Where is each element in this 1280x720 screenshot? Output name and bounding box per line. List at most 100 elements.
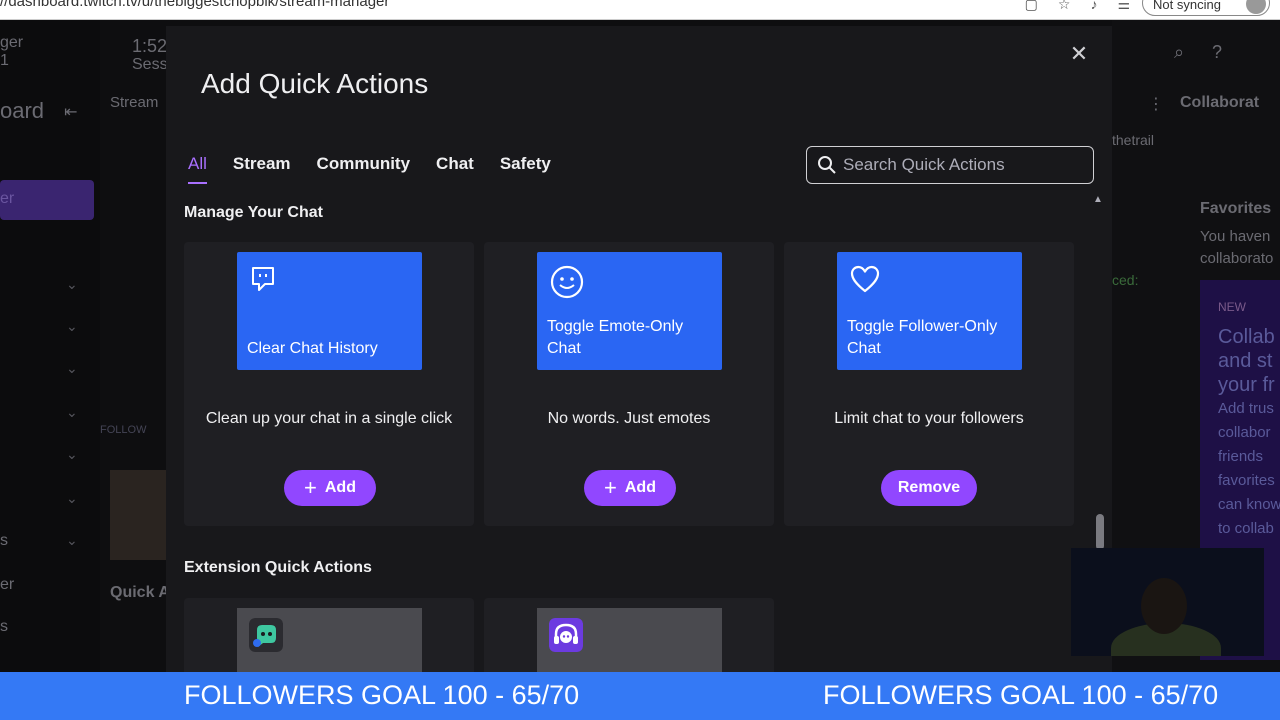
quick-action-tile: Toggle Emote-Only Chat <box>537 252 722 370</box>
button-label: Add <box>624 479 656 496</box>
nav-fragment: s <box>0 532 8 549</box>
close-icon[interactable]: ✕ <box>1066 41 1092 67</box>
new-badge: NEW <box>1218 300 1246 314</box>
quick-action-card: Toggle Follower-Only Chat Limit chat to … <box>784 242 1074 526</box>
nav-fragment: ger <box>0 34 24 51</box>
nav-fragment: s <box>0 618 8 635</box>
add-quick-actions-modal: Add Quick Actions ✕ All Stream Community… <box>166 26 1112 672</box>
webcam-overlay <box>1071 548 1264 656</box>
quick-action-tile: Clear Chat History <box>237 252 422 370</box>
right-fragment: ced: <box>1112 272 1139 288</box>
add-emote-only-button[interactable]: + Add <box>584 470 676 506</box>
promo-text: Collab <box>1218 326 1275 348</box>
right-fragment: You haven <box>1200 228 1271 245</box>
promo-text: Add trus <box>1218 400 1274 417</box>
promo-text: favorites <box>1218 472 1275 489</box>
add-clear-chat-button[interactable]: + Add <box>284 470 376 506</box>
tile-label: Clear Chat History <box>247 340 378 357</box>
plus-icon: + <box>604 475 617 500</box>
extension-headphones-icon <box>549 618 583 652</box>
button-label: Add <box>324 479 356 496</box>
chevron-down-icon[interactable]: ⌄ <box>66 446 78 463</box>
tab-community[interactable]: Community <box>317 154 411 184</box>
smiley-icon <box>550 265 584 299</box>
chevron-down-icon[interactable]: ⌄ <box>66 532 78 549</box>
tab-all[interactable]: All <box>188 154 207 184</box>
profile-sync-button[interactable]: Not syncing <box>1142 0 1270 16</box>
promo-text: can know <box>1218 496 1280 513</box>
browser-address-bar[interactable]: //dashboard.twitch.tv/u/thebiggestchopbl… <box>0 0 1280 20</box>
help-icon[interactable]: ? <box>1212 42 1222 63</box>
promo-text: to collab <box>1218 520 1274 537</box>
extension-bot-icon <box>249 618 283 652</box>
card-description: Limit chat to your followers <box>834 410 1024 427</box>
scroll-up-icon[interactable]: ▲ <box>1093 194 1103 205</box>
modal-title: Add Quick Actions <box>201 68 429 99</box>
plus-icon: + <box>304 475 317 500</box>
quick-action-card: Clear Chat History Clean up your chat in… <box>184 242 474 526</box>
favorites-title: Favorites <box>1200 200 1272 217</box>
extension-card[interactable] <box>184 598 474 672</box>
nav-active-item[interactable]: er <box>0 180 94 220</box>
tab-safety[interactable]: Safety <box>500 154 551 184</box>
nav-fragment: oard <box>0 98 45 123</box>
right-fragment: thetrail <box>1112 132 1155 148</box>
tab-chat[interactable]: Chat <box>436 154 474 184</box>
reading-list-icon[interactable]: ☰ <box>1117 0 1130 13</box>
remove-follower-only-button[interactable]: Remove <box>881 470 977 506</box>
extension-icon[interactable]: ♪ <box>1090 0 1097 13</box>
nav-fragment: er <box>0 576 15 593</box>
stream-panel-title: Stream <box>110 94 159 111</box>
session-time: 1:52 <box>132 36 168 56</box>
chat-bubble-icon <box>252 267 274 291</box>
quick-action-card: Toggle Emote-Only Chat No words. Just em… <box>484 242 774 526</box>
tile-label: Toggle Emote-Only Chat <box>547 318 684 357</box>
chevron-down-icon[interactable]: ⌄ <box>66 490 78 507</box>
chevron-down-icon[interactable]: ⌄ <box>66 404 78 421</box>
search-input[interactable] <box>843 153 1083 177</box>
profile-avatar <box>1246 0 1266 14</box>
nav-fragment: 1 <box>0 52 9 69</box>
session-label: Sess <box>132 56 168 73</box>
chevron-down-icon[interactable]: ⌄ <box>66 318 78 335</box>
search-box[interactable] <box>806 146 1094 184</box>
right-fragment: collaborato <box>1200 250 1274 267</box>
promo-text: and st <box>1218 350 1273 372</box>
extension-card[interactable] <box>484 598 774 672</box>
browser-toolbar-icons: ▢ ☆ ♪ ☰ <box>1025 0 1130 13</box>
scrollbar-thumb[interactable] <box>1096 514 1104 550</box>
stream-preview-thumb <box>110 470 166 560</box>
collapse-nav-icon[interactable]: ⇤ <box>64 102 77 122</box>
heart-icon <box>850 265 880 293</box>
more-icon[interactable]: ⋮ <box>1148 94 1164 114</box>
promo-text: collabor <box>1218 424 1271 441</box>
promo-text: your fr <box>1218 374 1275 396</box>
tab-stream[interactable]: Stream <box>233 154 291 184</box>
chevron-down-icon[interactable]: ⌄ <box>66 276 78 293</box>
section-title-extensions: Extension Quick Actions <box>184 559 372 576</box>
collab-title: Collaborat <box>1180 94 1260 111</box>
extension-tile <box>537 608 722 672</box>
followers-goal-ticker: FOLLOWERS GOAL 100 - 65/70 FOLLOWERS GOA… <box>0 672 1280 720</box>
bookmark-star-icon[interactable]: ☆ <box>1058 0 1071 13</box>
card-description: Clean up your chat in a single click <box>205 410 453 427</box>
nav-fragment: FOLLOW <box>100 424 147 436</box>
ticker-text: FOLLOWERS GOAL 100 - 65/70 <box>184 680 580 710</box>
search-icon <box>818 156 836 174</box>
button-label: Remove <box>897 479 961 496</box>
search-icon[interactable]: ⌕ <box>1174 42 1184 63</box>
webcam-person-head <box>1141 578 1187 634</box>
ticker-text: FOLLOWERS GOAL 100 - 65/70 <box>823 680 1219 710</box>
card-description: No words. Just emotes <box>547 410 711 427</box>
promo-text: friends <box>1218 448 1264 465</box>
quick-actions-panel-title: Quick A <box>110 584 170 601</box>
sync-label: Not syncing <box>1153 0 1221 12</box>
tab-icon[interactable]: ▢ <box>1025 0 1038 13</box>
tile-label: Toggle Follower-Only Chat <box>847 318 998 357</box>
extension-tile <box>237 608 422 672</box>
url-text[interactable]: //dashboard.twitch.tv/u/thebiggestchopbl… <box>0 0 389 10</box>
left-nav: ger 1 oard ⇤ er ⌄ ⌄ ⌄ ⌄ ⌄ ⌄ ⌄ FOLLOW s e… <box>0 20 146 672</box>
quick-action-tile: Toggle Follower-Only Chat <box>837 252 1022 370</box>
nav-fragment: er <box>0 190 15 207</box>
chevron-down-icon[interactable]: ⌄ <box>66 360 78 377</box>
